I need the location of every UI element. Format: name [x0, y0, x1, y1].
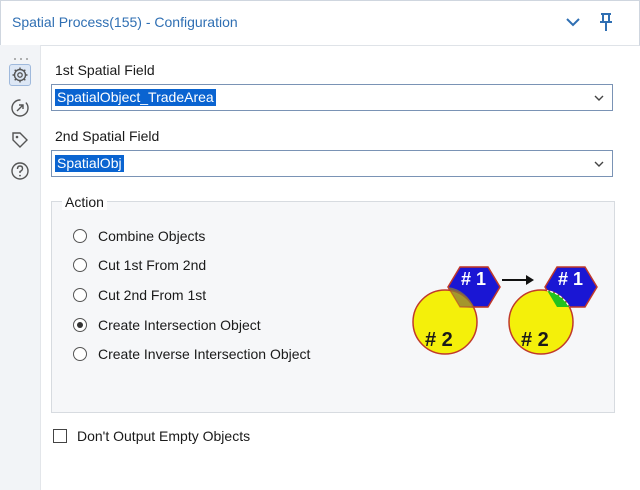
radio-label: Cut 2nd From 1st — [98, 287, 207, 303]
dont-output-empty-option[interactable]: Don't Output Empty Objects — [53, 427, 250, 445]
checkbox-label: Don't Output Empty Objects — [77, 428, 251, 444]
action-group-label: Action — [62, 194, 107, 210]
first-spatial-field-select[interactable]: SpatialObject_TradeArea — [51, 84, 613, 111]
pin-icon[interactable] — [595, 11, 617, 33]
radio-label: Combine Objects — [98, 228, 206, 244]
radio-button-selected[interactable] — [73, 318, 87, 332]
radio-button[interactable] — [73, 347, 87, 361]
drag-grip-icon[interactable] — [12, 48, 30, 60]
checkbox[interactable] — [53, 429, 67, 443]
radio-cut-2nd-from-1st[interactable]: Cut 2nd From 1st — [73, 286, 206, 304]
first-field-label: 1st Spatial Field — [55, 62, 155, 78]
radio-create-inverse-intersection[interactable]: Create Inverse Intersection Object — [73, 345, 310, 363]
first-spatial-field-value: SpatialObject_TradeArea — [55, 89, 216, 106]
tag-icon[interactable] — [9, 129, 31, 151]
radio-label: Create Inverse Intersection Object — [98, 346, 311, 362]
arrow-circle-icon[interactable] — [9, 97, 31, 119]
radio-button[interactable] — [73, 288, 87, 302]
window-title: Spatial Process(155) - Configuration — [12, 14, 238, 30]
second-field-label: 2nd Spatial Field — [55, 128, 160, 144]
circle-label: # 2 — [521, 329, 549, 351]
radio-cut-1st-from-2nd[interactable]: Cut 1st From 2nd — [73, 256, 206, 274]
gear-icon[interactable] — [9, 64, 31, 86]
radio-button[interactable] — [73, 229, 87, 243]
circle-label: # 2 — [425, 329, 453, 351]
radio-create-intersection[interactable]: Create Intersection Object — [73, 316, 261, 334]
config-title-bar: Spatial Process(155) - Configuration — [0, 0, 640, 46]
intersection-illustration: # 1 # 2 # 1 # 2 — [412, 266, 598, 355]
collapse-chevron-icon[interactable] — [562, 11, 584, 33]
second-spatial-field-value: SpatialObj — [55, 155, 124, 172]
chevron-down-icon[interactable] — [592, 91, 606, 105]
hexagon-label: # 1 — [461, 269, 486, 289]
radio-label: Cut 1st From 2nd — [98, 257, 207, 273]
radio-combine-objects[interactable]: Combine Objects — [73, 227, 205, 245]
hexagon-label: # 1 — [558, 269, 583, 289]
chevron-down-icon[interactable] — [592, 157, 606, 171]
second-spatial-field-select[interactable]: SpatialObj — [51, 150, 613, 177]
radio-label: Create Intersection Object — [98, 317, 261, 333]
radio-button[interactable] — [73, 258, 87, 272]
help-icon[interactable] — [9, 160, 31, 182]
